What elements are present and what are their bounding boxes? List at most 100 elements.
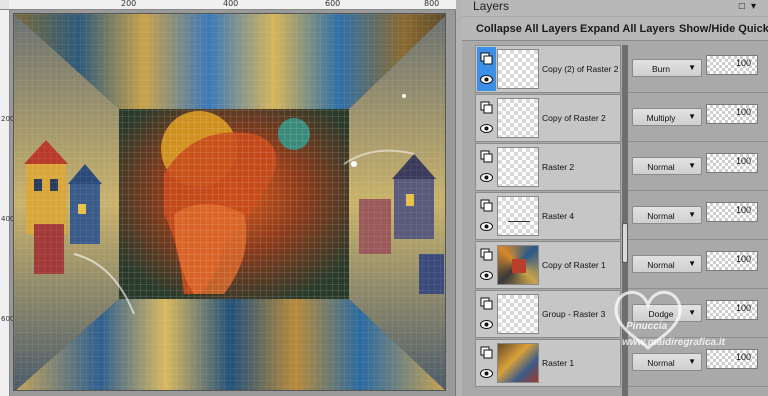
chevron-down-icon: ▼: [688, 357, 696, 366]
layer-name: Copy (2) of Raster 2: [542, 64, 619, 74]
layer-row[interactable]: Raster 2 Normal ▼ 100: [462, 143, 768, 191]
layer-name: Group - Raster 3: [542, 309, 606, 319]
layer-type-icon[interactable]: [480, 297, 493, 310]
restore-icon[interactable]: □: [739, 1, 751, 12]
chevron-down-icon: ▼: [688, 308, 696, 317]
opacity-value: 100: [735, 58, 751, 68]
layer-properties: Normal ▼ 100: [628, 143, 768, 191]
layer-row[interactable]: Copy of Raster 1 Normal ▼ 100: [462, 241, 768, 289]
layer-item[interactable]: Copy of Raster 1: [475, 241, 621, 289]
watermark-url: www.maidiregrafica.it: [622, 337, 725, 348]
blend-mode-value: Normal: [647, 211, 675, 221]
layer-thumbnail: [497, 147, 539, 187]
visibility-eye-icon[interactable]: [480, 320, 493, 329]
visibility-eye-icon[interactable]: [480, 222, 493, 231]
layer-type-icon[interactable]: [480, 101, 493, 114]
layer-properties: Normal ▼ 100: [628, 241, 768, 289]
layer-type-icon[interactable]: [480, 346, 493, 359]
layer-icons: [477, 194, 496, 238]
layer-row[interactable]: Copy (2) of Raster 2 Burn ▼ 100: [462, 45, 768, 93]
opacity-value: 100: [735, 303, 751, 313]
blend-mode-dropdown[interactable]: Normal ▼: [632, 255, 702, 273]
show-hide-quick-button[interactable]: Show/Hide Quick: [679, 23, 768, 35]
layer-name: Copy of Raster 2: [542, 113, 606, 123]
vertical-ruler: 200 400 600: [0, 10, 15, 396]
paint-app-window: 200 400 600 800 200 400 600 Layers □▾ Co…: [0, 0, 768, 396]
layer-thumbnail: [497, 343, 539, 383]
opacity-field[interactable]: 100: [706, 300, 758, 320]
layer-thumbnail: [497, 245, 539, 285]
layer-item[interactable]: Raster 1: [475, 339, 621, 387]
horizontal-ruler: 200 400 600 800: [9, 0, 456, 10]
layer-name: Raster 4: [542, 211, 575, 221]
collapse-all-button[interactable]: Collapse All Layers: [476, 23, 577, 35]
layer-item[interactable]: Copy (2) of Raster 2: [475, 45, 621, 93]
layer-thumbnail: [497, 49, 539, 89]
dropdown-icon[interactable]: ▾: [751, 1, 762, 12]
opacity-field[interactable]: 100: [706, 153, 758, 173]
chevron-down-icon: ▼: [688, 210, 696, 219]
layers-panel: Layers □▾ Collapse All Layers Expand All…: [462, 0, 768, 396]
blend-mode-dropdown[interactable]: Dodge ▼: [632, 304, 702, 322]
layer-icons: [477, 341, 496, 385]
visibility-eye-icon[interactable]: [480, 75, 493, 84]
opacity-value: 100: [735, 254, 751, 264]
visibility-eye-icon[interactable]: [480, 271, 493, 280]
layer-name: Raster 2: [542, 162, 575, 172]
ruler-label: 800: [424, 0, 440, 8]
blend-mode-value: Normal: [647, 260, 675, 270]
layer-thumbnail: [497, 294, 539, 334]
chevron-down-icon: ▼: [688, 112, 696, 121]
ruler-label: 600: [325, 0, 341, 8]
chevron-down-icon: ▼: [688, 161, 696, 170]
layer-type-icon[interactable]: [480, 150, 493, 163]
layer-type-icon[interactable]: [480, 199, 493, 212]
canvas-image[interactable]: [13, 13, 446, 391]
opacity-value: 100: [735, 205, 751, 215]
layer-item[interactable]: Group - Raster 3: [475, 290, 621, 338]
layer-name: Raster 1: [542, 358, 575, 368]
layer-properties: Burn ▼ 100: [628, 45, 768, 93]
layer-properties: Normal ▼ 100: [628, 192, 768, 240]
visibility-eye-icon[interactable]: [480, 369, 493, 378]
ruler-label: 400: [1, 215, 15, 223]
layers-toolbar: Collapse All Layers Expand All Layers Sh…: [462, 17, 768, 41]
layer-item[interactable]: Raster 4: [475, 192, 621, 240]
opacity-field[interactable]: 100: [706, 202, 758, 222]
blend-mode-dropdown[interactable]: Burn ▼: [632, 59, 702, 77]
layer-properties: Multiply ▼ 100: [628, 94, 768, 142]
layer-icons: [477, 96, 496, 140]
layer-icons: [477, 47, 496, 91]
visibility-eye-icon[interactable]: [480, 173, 493, 182]
blend-mode-value: Normal: [647, 358, 675, 368]
layer-name: Copy of Raster 1: [542, 260, 606, 270]
layer-item[interactable]: Raster 2: [475, 143, 621, 191]
opacity-field[interactable]: 100: [706, 55, 758, 75]
artwork-graphic: [14, 14, 445, 390]
layer-row[interactable]: Copy of Raster 2 Multiply ▼ 100: [462, 94, 768, 142]
layer-thumbnail: [497, 196, 539, 236]
opacity-field[interactable]: 100: [706, 104, 758, 124]
blend-mode-value: Multiply: [646, 113, 676, 123]
layer-icons: [477, 145, 496, 189]
opacity-value: 100: [735, 156, 751, 166]
expand-all-button[interactable]: Expand All Layers: [580, 23, 675, 35]
layer-row[interactable]: Group - Raster 3 Dodge ▼ 100: [462, 290, 768, 338]
opacity-field[interactable]: 100: [706, 251, 758, 271]
ruler-label: 200: [1, 115, 15, 123]
opacity-value: 100: [735, 352, 751, 362]
panel-window-buttons[interactable]: □▾: [739, 1, 762, 12]
layer-type-icon[interactable]: [480, 52, 493, 65]
ruler-label: 200: [121, 0, 137, 8]
layer-item[interactable]: Copy of Raster 2: [475, 94, 621, 142]
blend-mode-dropdown[interactable]: Normal ▼: [632, 206, 702, 224]
ruler-label: 600: [1, 315, 15, 323]
blend-mode-dropdown[interactable]: Normal ▼: [632, 157, 702, 175]
layer-type-icon[interactable]: [480, 248, 493, 261]
visibility-eye-icon[interactable]: [480, 124, 493, 133]
opacity-field[interactable]: 100: [706, 349, 758, 369]
panel-title: Layers: [473, 0, 510, 13]
layer-row[interactable]: Raster 4 Normal ▼ 100: [462, 192, 768, 240]
blend-mode-dropdown[interactable]: Normal ▼: [632, 353, 702, 371]
blend-mode-dropdown[interactable]: Multiply ▼: [632, 108, 702, 126]
